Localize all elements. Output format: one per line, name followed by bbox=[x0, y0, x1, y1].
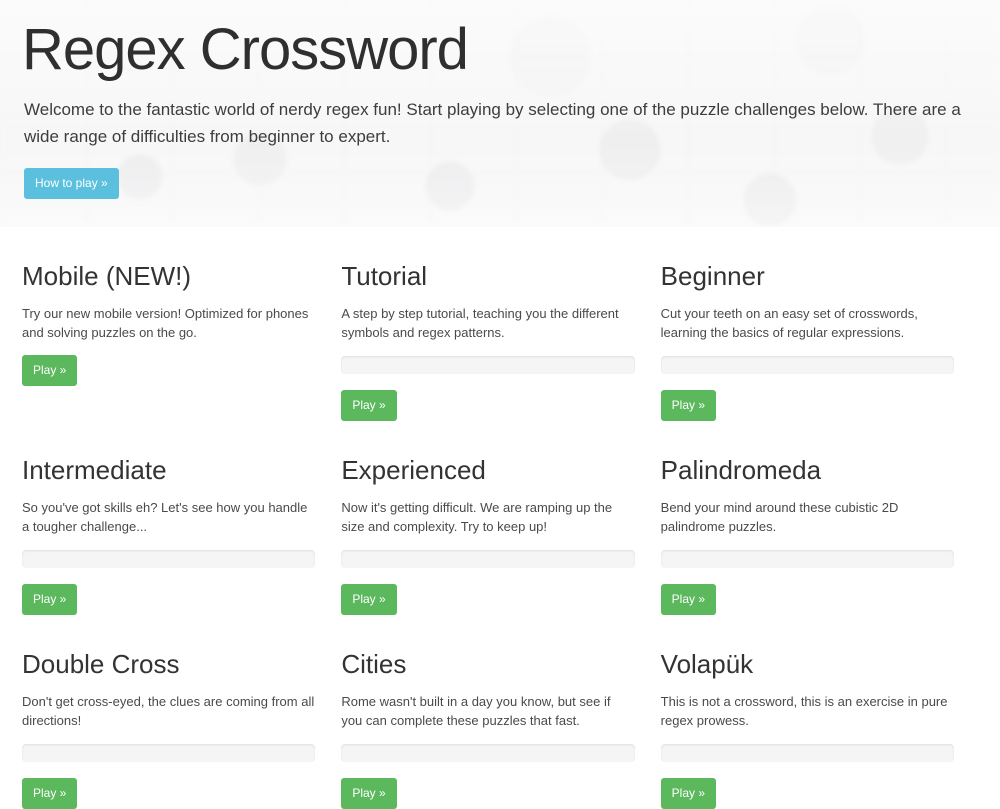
puzzle-card-palindromeda[interactable]: Palindromeda Bend your mind around these… bbox=[660, 421, 980, 615]
play-button[interactable]: Play » bbox=[341, 778, 397, 809]
play-button[interactable]: Play » bbox=[341, 584, 397, 615]
page-intro-text: Welcome to the fantastic world of nerdy … bbox=[24, 100, 961, 146]
puzzle-card-double-cross[interactable]: Double Cross Don't get cross-eyed, the c… bbox=[22, 615, 341, 809]
puzzle-title: Double Cross bbox=[22, 649, 180, 679]
puzzle-card-volapuk[interactable]: Volapük This is not a crossword, this is… bbox=[660, 615, 980, 809]
puzzle-title: Cities bbox=[341, 649, 407, 679]
play-button[interactable]: Play » bbox=[22, 355, 78, 386]
puzzle-card-tutorial[interactable]: Tutorial A step by step tutorial, teachi… bbox=[341, 227, 660, 421]
puzzle-card-cities[interactable]: Cities Rome wasn't built in a day you kn… bbox=[341, 615, 660, 809]
puzzle-title: Volapük bbox=[660, 649, 754, 679]
play-button[interactable]: Play » bbox=[660, 390, 717, 421]
play-button[interactable]: Play » bbox=[660, 584, 717, 615]
puzzle-title: Experienced bbox=[341, 455, 486, 485]
how-to-play-button[interactable]: How to play » bbox=[24, 168, 119, 199]
puzzle-card-beginner[interactable]: Beginner Cut your teeth on an easy set o… bbox=[660, 227, 980, 421]
puzzle-title: Beginner bbox=[660, 261, 765, 291]
puzzle-description: This is not a crossword, this is an exer… bbox=[660, 694, 948, 728]
play-button[interactable]: Play » bbox=[660, 778, 717, 809]
puzzle-progress-bar bbox=[341, 550, 635, 568]
puzzle-card-experienced[interactable]: Experienced Now it's getting difficult. … bbox=[341, 421, 660, 615]
header-content: Regex Crossword Welcome to the fantastic… bbox=[0, 0, 1000, 199]
play-button[interactable]: Play » bbox=[22, 778, 78, 809]
puzzle-description: Bend your mind around these cubistic 2D … bbox=[660, 500, 899, 534]
puzzle-progress-bar bbox=[660, 744, 954, 762]
puzzle-description: Try our new mobile version! Optimized fo… bbox=[22, 306, 309, 340]
page-header-jumbotron: Regex Crossword Welcome to the fantastic… bbox=[0, 0, 1000, 227]
puzzle-description: Now it's getting difficult. We are rampi… bbox=[341, 500, 613, 534]
puzzle-row-2: Intermediate So you've got skills eh? Le… bbox=[22, 421, 980, 615]
puzzle-card-intermediate[interactable]: Intermediate So you've got skills eh? Le… bbox=[22, 421, 341, 615]
puzzle-list-container: Mobile (NEW!) Try our new mobile version… bbox=[0, 227, 1000, 809]
puzzle-row-3: Double Cross Don't get cross-eyed, the c… bbox=[22, 615, 980, 809]
puzzle-description: Rome wasn't built in a day you know, but… bbox=[341, 694, 611, 728]
puzzle-progress-bar bbox=[660, 550, 954, 568]
puzzle-description: So you've got skills eh? Let's see how y… bbox=[22, 500, 308, 534]
puzzle-title: Tutorial bbox=[341, 261, 428, 291]
puzzle-progress-bar bbox=[341, 356, 635, 374]
puzzle-description: Cut your teeth on an easy set of crosswo… bbox=[660, 306, 918, 340]
puzzle-description: Don't get cross-eyed, the clues are comi… bbox=[22, 694, 315, 728]
puzzle-title: Intermediate bbox=[22, 455, 167, 485]
puzzle-progress-bar bbox=[341, 744, 635, 762]
play-button[interactable]: Play » bbox=[22, 584, 78, 615]
puzzle-progress-bar bbox=[22, 550, 316, 568]
puzzle-card-mobile[interactable]: Mobile (NEW!) Try our new mobile version… bbox=[22, 227, 341, 421]
puzzle-progress-bar bbox=[660, 356, 954, 374]
puzzle-description: A step by step tutorial, teaching you th… bbox=[341, 306, 619, 340]
page-title: Regex Crossword bbox=[22, 17, 469, 82]
puzzle-row-1: Mobile (NEW!) Try our new mobile version… bbox=[22, 227, 980, 421]
play-button[interactable]: Play » bbox=[341, 390, 397, 421]
puzzle-title: Palindromeda bbox=[660, 455, 822, 485]
puzzle-progress-bar bbox=[22, 744, 316, 762]
puzzle-title: Mobile (NEW!) bbox=[22, 261, 192, 291]
